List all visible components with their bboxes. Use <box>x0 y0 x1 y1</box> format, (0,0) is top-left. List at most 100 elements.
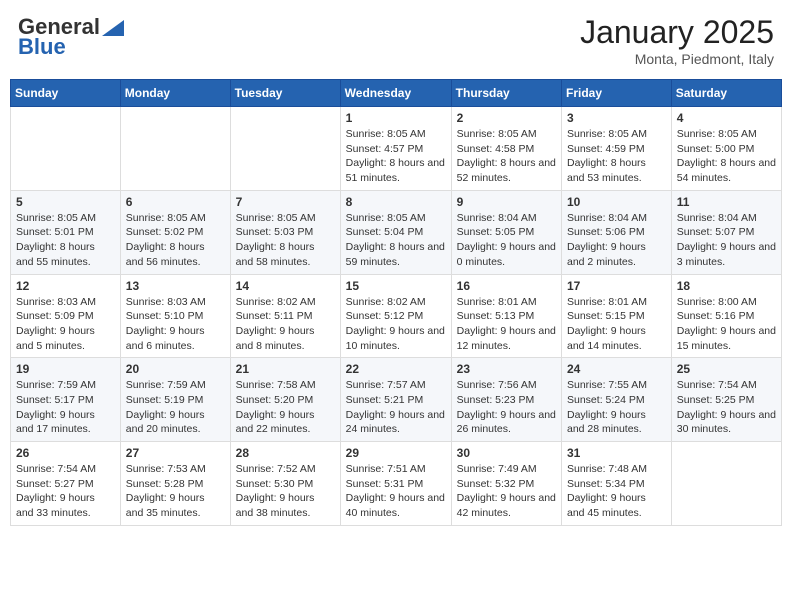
calendar-cell: 1Sunrise: 8:05 AM Sunset: 4:57 PM Daylig… <box>340 107 451 191</box>
day-number: 2 <box>457 111 556 125</box>
cell-content: Sunrise: 7:58 AM Sunset: 5:20 PM Dayligh… <box>236 378 335 437</box>
day-number: 8 <box>346 195 446 209</box>
day-number: 28 <box>236 446 335 460</box>
weekday-header: Sunday <box>11 80 121 107</box>
cell-content: Sunrise: 7:53 AM Sunset: 5:28 PM Dayligh… <box>126 462 225 521</box>
day-number: 18 <box>677 279 776 293</box>
calendar-cell: 14Sunrise: 8:02 AM Sunset: 5:11 PM Dayli… <box>230 274 340 358</box>
day-number: 5 <box>16 195 115 209</box>
cell-content: Sunrise: 7:49 AM Sunset: 5:32 PM Dayligh… <box>457 462 556 521</box>
logo: General Blue <box>18 14 124 60</box>
calendar-cell: 16Sunrise: 8:01 AM Sunset: 5:13 PM Dayli… <box>451 274 561 358</box>
calendar-cell: 26 Sunrise: 7:54 AM Sunset: 5:27 PM Dayli… <box>11 442 121 526</box>
calendar-cell: 4 Sunrise: 8:05 AM Sunset: 5:00 PM Daylig… <box>671 107 781 191</box>
month-title: January 2025 <box>580 14 774 51</box>
day-number: 21 <box>236 362 335 376</box>
weekday-header: Friday <box>562 80 672 107</box>
day-number: 25 <box>677 362 776 376</box>
calendar-cell: 18 Sunrise: 8:00 AM Sunset: 5:16 PM Dayli… <box>671 274 781 358</box>
calendar-cell: 11Sunrise: 8:04 AM Sunset: 5:07 PM Dayli… <box>671 190 781 274</box>
cell-content: Sunrise: 7:48 AM Sunset: 5:34 PM Dayligh… <box>567 462 666 521</box>
calendar-cell: 3 Sunrise: 8:05 AM Sunset: 4:59 PM Daylig… <box>562 107 672 191</box>
calendar-cell: 25 Sunrise: 7:54 AM Sunset: 5:25 PM Dayli… <box>671 358 781 442</box>
day-number: 20 <box>126 362 225 376</box>
calendar-cell: 6 Sunrise: 8:05 AM Sunset: 5:02 PM Daylig… <box>120 190 230 274</box>
cell-content: Sunrise: 7:59 AM Sunset: 5:17 PM Dayligh… <box>16 378 115 437</box>
weekday-header: Wednesday <box>340 80 451 107</box>
cell-content: Sunrise: 7:56 AM Sunset: 5:23 PM Dayligh… <box>457 378 556 437</box>
cell-content: Sunrise: 8:02 AM Sunset: 5:11 PM Dayligh… <box>236 295 335 354</box>
day-number: 26 <box>16 446 115 460</box>
day-number: 23 <box>457 362 556 376</box>
cell-content: Sunrise: 8:05 AM Sunset: 4:59 PM Dayligh… <box>567 127 666 186</box>
calendar-cell: 28 Sunrise: 7:52 AM Sunset: 5:30 PM Dayli… <box>230 442 340 526</box>
cell-content: Sunrise: 8:05 AM Sunset: 5:00 PM Dayligh… <box>677 127 776 186</box>
day-number: 24 <box>567 362 666 376</box>
cell-content: Sunrise: 8:04 AM Sunset: 5:06 PM Dayligh… <box>567 211 666 270</box>
cell-content: Sunrise: 8:04 AM Sunset: 5:05 PM Dayligh… <box>457 211 556 270</box>
calendar-cell: 31 Sunrise: 7:48 AM Sunset: 5:34 PM Dayli… <box>562 442 672 526</box>
location: Monta, Piedmont, Italy <box>580 51 774 67</box>
calendar-cell: 29 Sunrise: 7:51 AM Sunset: 5:31 PM Dayli… <box>340 442 451 526</box>
calendar-cell: 12Sunrise: 8:03 AM Sunset: 5:09 PM Dayli… <box>11 274 121 358</box>
calendar-week-row: 1Sunrise: 8:05 AM Sunset: 4:57 PM Daylig… <box>11 107 782 191</box>
day-number: 29 <box>346 446 446 460</box>
cell-content: Sunrise: 8:05 AM Sunset: 4:58 PM Dayligh… <box>457 127 556 186</box>
day-number: 30 <box>457 446 556 460</box>
calendar-week-row: 12Sunrise: 8:03 AM Sunset: 5:09 PM Dayli… <box>11 274 782 358</box>
cell-content: Sunrise: 8:03 AM Sunset: 5:10 PM Dayligh… <box>126 295 225 354</box>
calendar-cell: 27 Sunrise: 7:53 AM Sunset: 5:28 PM Dayli… <box>120 442 230 526</box>
calendar-cell: 22Sunrise: 7:57 AM Sunset: 5:21 PM Dayli… <box>340 358 451 442</box>
day-number: 19 <box>16 362 115 376</box>
calendar-week-row: 5Sunrise: 8:05 AM Sunset: 5:01 PM Daylig… <box>11 190 782 274</box>
day-number: 4 <box>677 111 776 125</box>
calendar-cell: 30 Sunrise: 7:49 AM Sunset: 5:32 PM Dayli… <box>451 442 561 526</box>
calendar-cell: 10Sunrise: 8:04 AM Sunset: 5:06 PM Dayli… <box>562 190 672 274</box>
calendar-cell: 24Sunrise: 7:55 AM Sunset: 5:24 PM Dayli… <box>562 358 672 442</box>
calendar-cell: 5Sunrise: 8:05 AM Sunset: 5:01 PM Daylig… <box>11 190 121 274</box>
weekday-header: Tuesday <box>230 80 340 107</box>
calendar-cell <box>671 442 781 526</box>
day-number: 27 <box>126 446 225 460</box>
calendar-cell: 13Sunrise: 8:03 AM Sunset: 5:10 PM Dayli… <box>120 274 230 358</box>
calendar-cell: 17 Sunrise: 8:01 AM Sunset: 5:15 PM Dayli… <box>562 274 672 358</box>
title-block: January 2025 Monta, Piedmont, Italy <box>580 14 774 67</box>
day-number: 1 <box>346 111 446 125</box>
cell-content: Sunrise: 7:52 AM Sunset: 5:30 PM Dayligh… <box>236 462 335 521</box>
cell-content: Sunrise: 8:03 AM Sunset: 5:09 PM Dayligh… <box>16 295 115 354</box>
day-number: 3 <box>567 111 666 125</box>
day-number: 31 <box>567 446 666 460</box>
calendar-cell <box>120 107 230 191</box>
logo-icon <box>102 20 124 36</box>
day-number: 17 <box>567 279 666 293</box>
day-number: 15 <box>346 279 446 293</box>
calendar-cell: 20Sunrise: 7:59 AM Sunset: 5:19 PM Dayli… <box>120 358 230 442</box>
calendar-cell: 7 Sunrise: 8:05 AM Sunset: 5:03 PM Daylig… <box>230 190 340 274</box>
cell-content: Sunrise: 7:51 AM Sunset: 5:31 PM Dayligh… <box>346 462 446 521</box>
cell-content: Sunrise: 8:05 AM Sunset: 5:04 PM Dayligh… <box>346 211 446 270</box>
calendar-cell: 21 Sunrise: 7:58 AM Sunset: 5:20 PM Dayli… <box>230 358 340 442</box>
calendar-week-row: 26 Sunrise: 7:54 AM Sunset: 5:27 PM Dayli… <box>11 442 782 526</box>
weekday-header: Saturday <box>671 80 781 107</box>
calendar-cell: 19 Sunrise: 7:59 AM Sunset: 5:17 PM Dayli… <box>11 358 121 442</box>
calendar-table: SundayMondayTuesdayWednesdayThursdayFrid… <box>10 79 782 526</box>
cell-content: Sunrise: 8:01 AM Sunset: 5:15 PM Dayligh… <box>567 295 666 354</box>
day-number: 7 <box>236 195 335 209</box>
calendar-cell <box>11 107 121 191</box>
weekday-header-row: SundayMondayTuesdayWednesdayThursdayFrid… <box>11 80 782 107</box>
cell-content: Sunrise: 7:54 AM Sunset: 5:27 PM Dayligh… <box>16 462 115 521</box>
calendar-cell: 23 Sunrise: 7:56 AM Sunset: 5:23 PM Dayli… <box>451 358 561 442</box>
cell-content: Sunrise: 8:05 AM Sunset: 5:03 PM Dayligh… <box>236 211 335 270</box>
day-number: 9 <box>457 195 556 209</box>
day-number: 6 <box>126 195 225 209</box>
cell-content: Sunrise: 8:02 AM Sunset: 5:12 PM Dayligh… <box>346 295 446 354</box>
weekday-header: Thursday <box>451 80 561 107</box>
calendar-cell: 9 Sunrise: 8:04 AM Sunset: 5:05 PM Daylig… <box>451 190 561 274</box>
calendar-week-row: 19 Sunrise: 7:59 AM Sunset: 5:17 PM Dayli… <box>11 358 782 442</box>
day-number: 11 <box>677 195 776 209</box>
cell-content: Sunrise: 8:05 AM Sunset: 5:02 PM Dayligh… <box>126 211 225 270</box>
calendar-cell: 15 Sunrise: 8:02 AM Sunset: 5:12 PM Dayli… <box>340 274 451 358</box>
cell-content: Sunrise: 8:00 AM Sunset: 5:16 PM Dayligh… <box>677 295 776 354</box>
cell-content: Sunrise: 7:54 AM Sunset: 5:25 PM Dayligh… <box>677 378 776 437</box>
calendar-cell <box>230 107 340 191</box>
